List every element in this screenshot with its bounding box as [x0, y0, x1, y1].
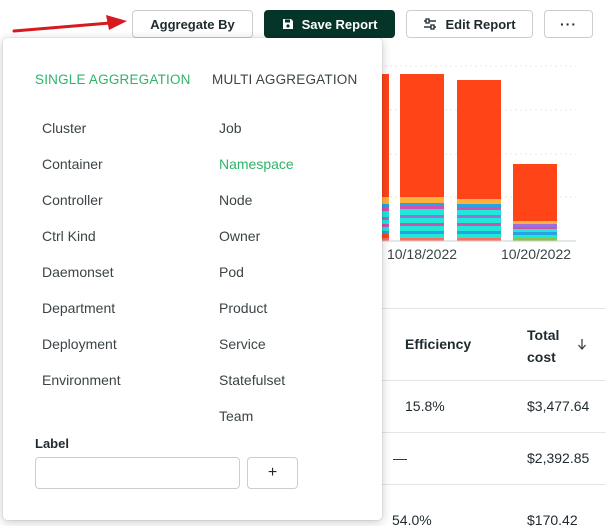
option-service[interactable]: Service	[219, 336, 266, 352]
bar-segment	[400, 226, 444, 231]
table-divider	[382, 484, 606, 485]
option-product[interactable]: Product	[219, 300, 267, 316]
label-field-title: Label	[35, 436, 69, 451]
bar-segment	[513, 224, 557, 227]
total-cost-cell: $2,392.85	[527, 450, 590, 466]
x-tick-label: 10/20/2022	[501, 246, 571, 262]
plus-icon: +	[267, 464, 278, 481]
total-cost-cell: $170.42	[527, 512, 578, 526]
save-report-label: Save Report	[301, 16, 378, 32]
edit-report-label: Edit Report	[445, 16, 516, 32]
efficiency-cell: 15.8%	[405, 398, 445, 414]
option-container[interactable]: Container	[42, 156, 103, 172]
bar-segment	[400, 218, 444, 223]
tab-single-aggregation[interactable]: SINGLE AGGREGATION	[35, 72, 191, 87]
bar-segment	[400, 215, 444, 218]
table-divider	[382, 308, 606, 309]
option-job[interactable]: Job	[219, 120, 242, 136]
bar-segment	[400, 74, 444, 197]
bar-segment	[457, 199, 501, 204]
bar-segment	[457, 223, 501, 226]
label-input[interactable]	[35, 457, 240, 489]
bar-segment	[457, 80, 501, 199]
bar-segment	[513, 235, 557, 238]
option-node[interactable]: Node	[219, 192, 252, 208]
annotation-arrow	[12, 15, 127, 33]
aggregate-by-popover: SINGLE AGGREGATION MULTI AGGREGATION Clu…	[3, 38, 382, 520]
bar-segment	[457, 207, 501, 210]
option-department[interactable]: Department	[42, 300, 115, 316]
more-options-button[interactable]: ···	[544, 10, 593, 38]
option-owner[interactable]: Owner	[219, 228, 260, 244]
sort-arrow-icon[interactable]	[577, 338, 587, 350]
tab-multi-aggregation[interactable]: MULTI AGGREGATION	[212, 72, 357, 87]
x-tick-label: 10/18/2022	[387, 246, 457, 262]
edit-report-button[interactable]: Edit Report	[406, 10, 533, 38]
bar-segment	[400, 206, 444, 209]
efficiency-header[interactable]: Efficiency	[405, 336, 471, 352]
bar-segment	[400, 209, 444, 215]
chart-bars	[374, 74, 557, 241]
aggregate-by-button[interactable]: Aggregate By	[132, 10, 253, 38]
option-pod[interactable]: Pod	[219, 264, 244, 280]
bar-segment	[513, 221, 557, 224]
option-environment[interactable]: Environment	[42, 372, 121, 388]
aggregate-by-label: Aggregate By	[150, 16, 235, 32]
bar-segment	[513, 232, 557, 235]
more-icon: ···	[560, 16, 577, 32]
bar-segment	[457, 215, 501, 218]
sliders-icon	[424, 18, 437, 30]
bar-segment	[513, 229, 557, 232]
bar-segment	[457, 204, 501, 207]
table-divider	[382, 380, 606, 381]
save-icon	[282, 19, 293, 29]
table-divider	[382, 432, 606, 433]
bar-segment	[513, 227, 557, 229]
option-team[interactable]: Team	[219, 408, 253, 424]
bar-segment	[457, 218, 501, 223]
option-deployment[interactable]: Deployment	[42, 336, 117, 352]
efficiency-cell: —	[393, 450, 407, 466]
bar-segment	[457, 226, 501, 231]
option-ctrl-kind[interactable]: Ctrl Kind	[42, 228, 96, 244]
option-controller[interactable]: Controller	[42, 192, 103, 208]
option-cluster[interactable]: Cluster	[42, 120, 86, 136]
option-namespace[interactable]: Namespace	[219, 156, 294, 172]
bar-segment	[400, 197, 444, 203]
bar-segment	[400, 223, 444, 226]
total-cost-header[interactable]: Total cost	[527, 324, 563, 368]
bar-segment	[400, 234, 444, 238]
bar-segment	[457, 231, 501, 234]
option-daemonset[interactable]: Daemonset	[42, 264, 114, 280]
efficiency-cell: 54.0%	[392, 512, 432, 526]
bar-segment	[400, 231, 444, 234]
bar-segment	[400, 203, 444, 206]
add-label-button[interactable]: +	[247, 457, 298, 489]
total-cost-cell: $3,477.64	[527, 398, 590, 414]
bar-segment	[513, 164, 557, 221]
bar-segment	[457, 210, 501, 215]
save-report-button[interactable]: Save Report	[264, 10, 395, 38]
bar-segment	[457, 234, 501, 238]
option-statefulset[interactable]: Statefulset	[219, 372, 285, 388]
